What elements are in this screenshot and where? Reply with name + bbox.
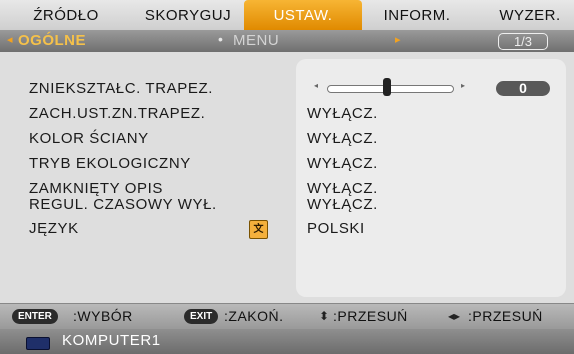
setting-wall-color-label[interactable]: KOLOR ŚCIANY (29, 130, 149, 147)
slider-left-icon[interactable]: ◂ (314, 81, 318, 90)
monitor-icon (26, 337, 50, 350)
enter-key-icon: ENTER (12, 309, 58, 324)
off-timer-value[interactable]: WYŁĄCZ. (307, 196, 378, 213)
setting-eco-mode-label[interactable]: TRYB EKOLOGICZNY (29, 155, 191, 172)
keystone-value: 0 (496, 81, 550, 96)
exit-hint: :ZAKOŃ. (224, 308, 284, 324)
slider-right-icon[interactable]: ▸ (461, 81, 465, 90)
right-arrow-icon[interactable]: ▸ (395, 33, 401, 46)
tab-reset[interactable]: WYZER. (486, 0, 574, 30)
closed-caption-value[interactable]: WYŁĄCZ. (307, 180, 378, 197)
language-value[interactable]: POLSKI (307, 220, 365, 237)
setting-language-label[interactable]: JĘZYK (29, 220, 79, 237)
setting-off-timer-label[interactable]: REGUL. CZASOWY WYŁ. (29, 196, 217, 213)
submenu-general[interactable]: OGÓLNE (18, 32, 86, 49)
help-bar: ENTER :WYBÓR EXIT :ZAKOŃ. ⬍ :PRZESUŃ ◂▸ … (0, 303, 574, 330)
input-source-name: KOMPUTER1 (62, 332, 161, 349)
left-arrow-icon[interactable]: ◂ (7, 33, 13, 46)
enter-hint: :WYBÓR (73, 308, 133, 324)
up-down-icon: ⬍ (319, 309, 330, 323)
separator-dot: • (218, 31, 223, 47)
leftright-hint: :PRZESUŃ (468, 308, 543, 324)
tab-source[interactable]: ŹRÓDŁO (22, 0, 110, 30)
status-bar: KOMPUTER1 (0, 329, 574, 354)
tab-info[interactable]: INFORM. (362, 0, 472, 30)
eco-mode-value[interactable]: WYŁĄCZ. (307, 155, 378, 172)
submenu-bar: ◂ OGÓLNE • MENU ▸ 1/3 (0, 30, 574, 52)
page-indicator: 1/3 (498, 33, 548, 50)
menu-tabs: ŹRÓDŁO SKORYGUJ USTAW. INFORM. WYZER. (0, 0, 574, 31)
updown-hint: :PRZESUŃ (333, 308, 408, 324)
submenu-menu[interactable]: MENU (233, 32, 279, 49)
language-icon: 文 (249, 220, 268, 239)
settings-area: ZNIEKSZTAŁC. TRAPEZ. ◂ ▸ 0 ZACH.UST.ZN.T… (0, 52, 574, 303)
setting-closed-caption-label[interactable]: ZAMKNIĘTY OPIS (29, 180, 163, 197)
slider-thumb[interactable] (383, 78, 391, 96)
tab-adjust[interactable]: SKORYGUJ (132, 0, 244, 30)
projector-osd: ŹRÓDŁO SKORYGUJ USTAW. INFORM. WYZER. ◂ … (0, 0, 574, 354)
keystone-save-value[interactable]: WYŁĄCZ. (307, 105, 378, 122)
exit-key-icon: EXIT (184, 309, 219, 324)
tab-setup[interactable]: USTAW. (244, 0, 362, 30)
setting-keystone-save-label[interactable]: ZACH.UST.ZN.TRAPEZ. (29, 105, 205, 122)
wall-color-value[interactable]: WYŁĄCZ. (307, 130, 378, 147)
setting-keystone-label[interactable]: ZNIEKSZTAŁC. TRAPEZ. (29, 80, 213, 97)
left-right-icon: ◂▸ (448, 309, 461, 323)
